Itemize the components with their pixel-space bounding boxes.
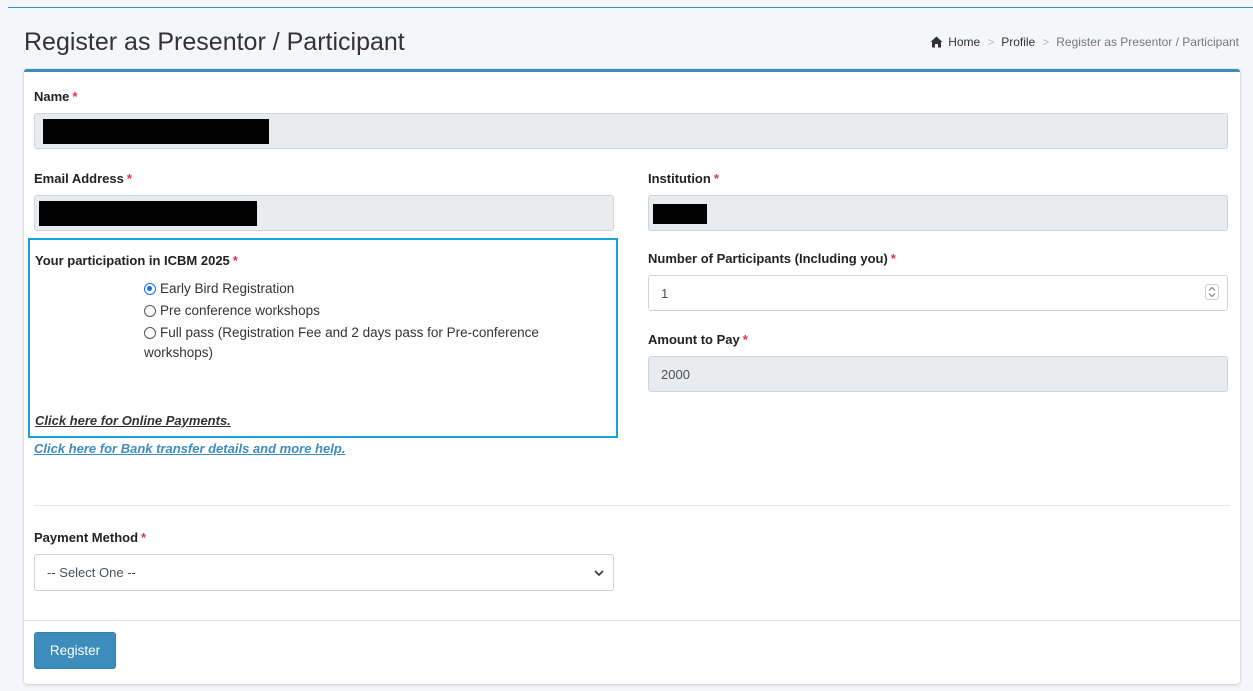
breadcrumb: Home > Profile > Register as Presentor / Par… <box>930 34 1239 52</box>
participants-value: 1 <box>661 286 669 301</box>
email-label: Email Address * <box>34 171 132 186</box>
radio-full-pass-line2: workshops) <box>144 344 213 362</box>
participants-label: Number of Participants (Including you) * <box>648 251 896 266</box>
name-field[interactable] <box>34 113 1228 149</box>
breadcrumb-current: Register as Presentor / Participant <box>1056 35 1239 49</box>
breadcrumb-profile[interactable]: Profile <box>1001 35 1035 49</box>
online-payment-link[interactable]: Click here for Online Payments. <box>35 413 231 428</box>
radio-pre-conference-label: Pre conference workshops <box>160 303 320 318</box>
participants-stepper[interactable]: 1 <box>648 275 1228 311</box>
radio-full-pass-label-line2: workshops) <box>144 345 214 360</box>
email-field[interactable] <box>34 195 614 231</box>
chevron-down-icon <box>593 566 605 581</box>
stepper-icon[interactable] <box>1205 284 1219 300</box>
participation-label: Your participation in ICBM 2025 * <box>35 253 238 268</box>
participation-section: Your participation in ICBM 2025 * Early B… <box>28 238 618 438</box>
payment-method-label: Payment Method * <box>34 530 147 545</box>
registration-form-card: Name * Email Address * Institution * Your p… <box>24 69 1240 684</box>
radio-full-pass[interactable]: Full pass (Registration Fee and 2 days p… <box>144 324 539 342</box>
divider <box>34 505 1230 506</box>
radio-early-bird[interactable]: Early Bird Registration <box>144 280 294 298</box>
payment-method-value: -- Select One -- <box>47 565 136 580</box>
bank-transfer-link[interactable]: Click here for Bank transfer details and… <box>34 441 345 456</box>
radio-pre-conference[interactable]: Pre conference workshops <box>144 302 320 320</box>
amount-label: Amount to Pay * <box>648 332 748 347</box>
name-label: Name * <box>34 89 78 104</box>
payment-method-select[interactable]: -- Select One -- <box>34 554 614 591</box>
redacted-email <box>39 201 257 226</box>
breadcrumb-home[interactable]: Home <box>948 35 980 49</box>
breadcrumb-separator: > <box>1042 35 1050 49</box>
amount-value: 2000 <box>661 367 690 382</box>
radio-checked-icon <box>144 283 156 295</box>
redacted-name <box>43 119 269 144</box>
institution-field[interactable] <box>648 195 1228 231</box>
radio-unchecked-icon <box>144 327 156 339</box>
breadcrumb-separator: > <box>987 35 995 49</box>
radio-full-pass-label: Full pass (Registration Fee and 2 days p… <box>160 325 539 340</box>
footer-divider <box>24 620 1240 621</box>
institution-label: Institution * <box>648 171 719 186</box>
redacted-institution <box>653 204 707 224</box>
amount-field: 2000 <box>648 356 1228 392</box>
register-button[interactable]: Register <box>34 632 116 669</box>
home-icon <box>930 36 943 52</box>
top-border <box>8 7 1253 8</box>
page-title: Register as Presentor / Participant <box>24 28 405 56</box>
radio-early-bird-label: Early Bird Registration <box>160 281 295 296</box>
radio-unchecked-icon <box>144 305 156 317</box>
